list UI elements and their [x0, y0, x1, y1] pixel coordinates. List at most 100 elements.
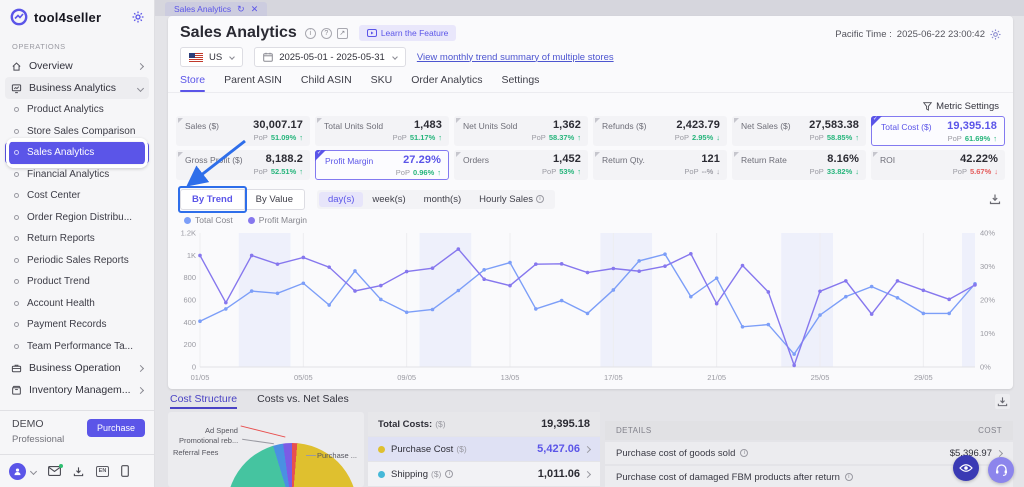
pie-label-ad-spend: Ad Spend [205, 426, 238, 435]
by-value-button[interactable]: By Value [245, 190, 304, 209]
chart-legend: Total Cost Profit Margin [184, 215, 307, 225]
sidebar-item-payment-records[interactable]: Payment Records [0, 314, 154, 336]
svg-text:800: 800 [183, 273, 196, 282]
metric-card-net-units-sold[interactable]: Net Units Sold 1,362 PoP 58.37% ↑ [454, 116, 588, 146]
sidebar-item-periodic-sales-reports[interactable]: Periodic Sales Reports [0, 250, 154, 272]
svg-text:21/05: 21/05 [707, 373, 726, 382]
download-icon[interactable] [73, 466, 84, 477]
total-costs-row: Total Costs: ($) 19,395.18 [368, 412, 600, 436]
sidebar-item-overview[interactable]: Overview [0, 55, 154, 77]
tab-costs-vs-net-sales[interactable]: Costs vs. Net Sales [257, 393, 349, 409]
leader-line [306, 455, 316, 456]
bullet-icon [14, 107, 19, 113]
sidebar-item-team-performance[interactable]: Team Performance Ta... [0, 336, 154, 358]
chevron-right-icon [583, 470, 592, 478]
metric-card-return-rate[interactable]: Return Rate 8.16% PoP 33.82% ↓ [732, 150, 866, 180]
support-headset-button[interactable] [988, 457, 1014, 483]
chart-download-icon[interactable] [989, 193, 1001, 205]
close-icon[interactable]: ✕ [251, 4, 259, 14]
chevron-down-icon[interactable] [29, 467, 38, 475]
pie-chart[interactable] [227, 443, 357, 487]
info-icon[interactable]: i [304, 27, 316, 39]
legend-profit-margin[interactable]: Profit Margin [247, 215, 307, 225]
series-color-dot [378, 445, 385, 453]
series-color-dot [378, 470, 385, 478]
sidebar-item-product-analytics[interactable]: Product Analytics [0, 99, 154, 121]
cost-details-table: DETAILS COST Purchase cost of goods sold… [605, 421, 1013, 487]
mail-icon[interactable] [48, 464, 63, 476]
metric-card-total-units-sold[interactable]: Total Units Sold 1,483 PoP 51.17% ↑ [315, 116, 449, 146]
sidebar-item-return-reports[interactable]: Return Reports [0, 228, 154, 250]
pie-label-purchase: Purchase ... [317, 451, 358, 460]
metric-card-refunds[interactable]: Refunds ($) 2,423.79 PoP 2.95% ↓ [593, 116, 727, 146]
bullet-icon [14, 279, 19, 285]
sidebar-item-business-analytics[interactable]: Business Analytics [5, 77, 149, 99]
tab-store[interactable]: Store [180, 74, 206, 92]
user-avatar[interactable] [9, 462, 26, 480]
sidebar-item-sales-analytics[interactable]: Sales Analytics [5, 138, 149, 168]
sidebar-item-product-trend[interactable]: Product Trend [0, 271, 154, 293]
sidebar-item-financial-analytics[interactable]: Financial Analytics [0, 164, 154, 186]
sidebar-item-account-health[interactable]: Account Health [0, 293, 154, 315]
us-flag-icon [189, 52, 203, 62]
shipping-row[interactable]: Shipping ($) i 1,011.06 [368, 462, 600, 486]
learn-the-feature-button[interactable]: Learn the Feature [358, 25, 457, 41]
granularity-months[interactable]: month(s) [415, 192, 470, 207]
brand-name: tool4seller [34, 9, 102, 25]
leader-line [242, 438, 274, 445]
granularity-days[interactable]: day(s) [318, 191, 364, 207]
metric-card-orders[interactable]: Orders 1,452 PoP 53% ↑ [454, 150, 588, 180]
metric-card-return-qty[interactable]: Return Qty. 121 PoP --% ↓ [593, 150, 727, 180]
svg-text:10%: 10% [980, 329, 995, 338]
svg-text:20%: 20% [980, 296, 995, 305]
tab-child-asin[interactable]: Child ASIN [301, 74, 352, 92]
metric-card-total-cost[interactable]: Total Cost ($) 19,395.18 PoP 61.69% ↑ [871, 116, 1005, 146]
sidebar-item-business-operation[interactable]: Business Operation [0, 357, 154, 379]
sidebar-gear-icon[interactable] [132, 11, 144, 23]
mobile-app-icon[interactable] [121, 465, 129, 477]
date-range-select[interactable]: 2025-05-01 - 2025-05-31 [254, 47, 406, 67]
timestamp: 2025-06-22 23:00:42 [896, 29, 985, 40]
legend-total-cost[interactable]: Total Cost [184, 215, 233, 225]
info-icon[interactable]: i [740, 449, 749, 457]
tab-settings[interactable]: Settings [501, 74, 539, 92]
granularity-weeks[interactable]: week(s) [363, 192, 414, 207]
metric-card-gross-profit[interactable]: Gross Profit ($) 8,188.2 PoP 52.51% ↑ [176, 150, 310, 180]
language-icon[interactable]: EN [96, 465, 109, 477]
privacy-eye-button[interactable] [953, 455, 979, 481]
tab-cost-structure[interactable]: Cost Structure [170, 393, 238, 409]
bullet-icon [14, 343, 19, 349]
metric-settings-button[interactable]: Metric Settings [923, 101, 999, 112]
info-icon[interactable]: i [445, 470, 454, 478]
metric-card-profit-margin[interactable]: Profit Margin 27.29% PoP 0.96% ↑ [315, 150, 449, 180]
by-trend-button[interactable]: By Trend [178, 185, 247, 213]
refresh-icon[interactable]: ↻ [237, 4, 245, 14]
share-icon[interactable]: ↗ [336, 27, 348, 39]
tab-order-analytics[interactable]: Order Analytics [411, 74, 482, 92]
purchase-cost-value: 5,427.06 [537, 443, 580, 455]
tab-sku[interactable]: SKU [371, 74, 393, 92]
cost-download-icon[interactable] [995, 394, 1010, 409]
monthly-trend-link[interactable]: View monthly trend summary of multiple s… [417, 52, 614, 63]
sidebar-item-order-region-distribution[interactable]: Order Region Distribu... [0, 207, 154, 229]
sidebar-item-cost-center[interactable]: Cost Center [0, 185, 154, 207]
window-tab-strip: Sales Analytics ↻ ✕ [155, 0, 1024, 16]
window-tab-sales-analytics[interactable]: Sales Analytics ↻ ✕ [165, 2, 268, 16]
metric-card-sales[interactable]: Sales ($) 30,007.17 PoP 51.09% ↑ [176, 116, 310, 146]
metric-card-net-sales[interactable]: Net Sales ($) 27,583.38 PoP 58.85% ↑ [732, 116, 866, 146]
help-icon[interactable]: ? [320, 27, 332, 39]
purchase-cost-row[interactable]: Purchase Cost ($) 5,427.06 [368, 437, 600, 461]
marketplace-select[interactable]: US [180, 47, 244, 67]
chevron-down-icon [136, 84, 145, 92]
details-row-damaged-fbm[interactable]: Purchase cost of damaged FBM products af… [605, 466, 1013, 487]
details-row-goods-sold[interactable]: Purchase cost of goods sold i $5,396.97 [605, 442, 1013, 464]
time-settings-gear-icon[interactable] [990, 29, 1001, 40]
svg-text:17/05: 17/05 [604, 373, 623, 382]
granularity-hourly-sales[interactable]: Hourly Sales i [470, 192, 553, 207]
metric-card-roi[interactable]: ROI 42.22% PoP 5.67% ↓ [871, 150, 1005, 180]
info-icon[interactable]: i [844, 473, 853, 481]
sidebar-item-inventory-management[interactable]: Inventory Managem... [0, 379, 154, 401]
purchase-button[interactable]: Purchase [86, 419, 145, 437]
sidebar-item-store-sales-comparison[interactable]: Store Sales Comparison [0, 121, 154, 143]
tab-parent-asin[interactable]: Parent ASIN [224, 74, 282, 92]
